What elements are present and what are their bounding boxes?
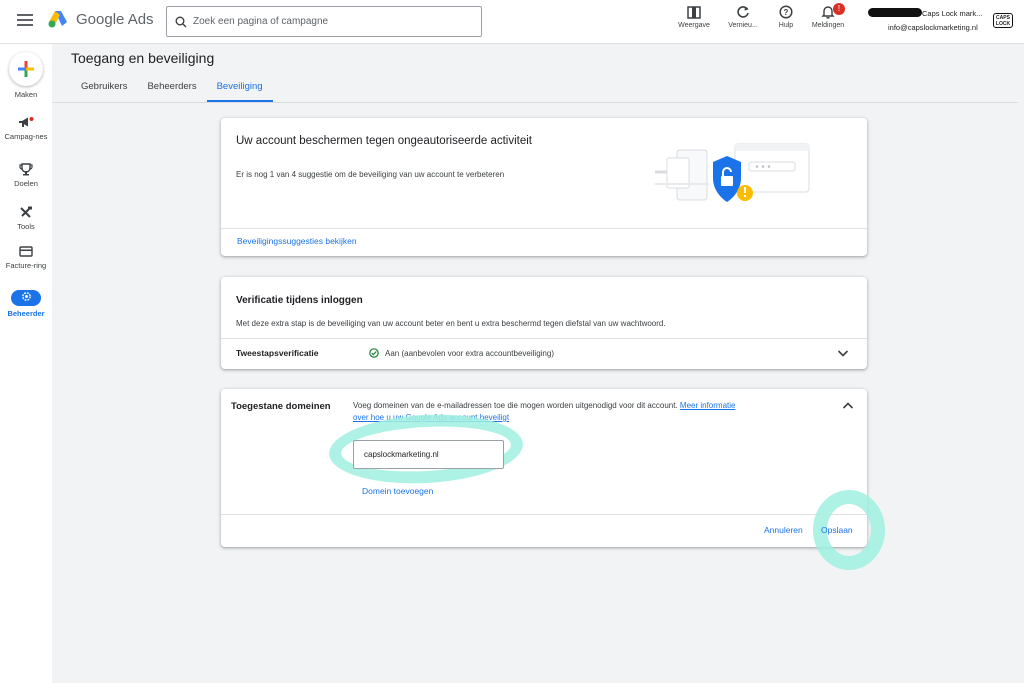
tab-bar: Gebruikers Beheerders Beveiliging <box>71 80 273 102</box>
sidebar-item-label: Tools <box>17 222 35 231</box>
sidebar-item-label: Facture-ring <box>5 261 47 270</box>
help-label: Hulp <box>778 22 794 29</box>
protect-card-title: Uw account beschermen tegen ongeautorise… <box>236 135 532 147</box>
two-step-verification-row[interactable]: Tweestapsverificatie Aan (aanbevolen voo… <box>221 339 867 369</box>
create-label: Maken <box>14 90 38 99</box>
sidebar-item-admin[interactable]: Beheerder <box>0 290 52 318</box>
sidebar-item-label: Campag-nes <box>4 132 48 141</box>
view-security-suggestions-link[interactable]: Beveiligingssuggesties bekijken <box>237 236 357 246</box>
tabs-divider <box>52 102 1018 103</box>
domain-input[interactable] <box>353 440 504 469</box>
cancel-button[interactable]: Annuleren <box>764 525 803 535</box>
account-email: info@capslockmarketing.nl <box>888 23 978 32</box>
protect-card-text: Er is nog 1 van 4 suggestie om de beveil… <box>236 170 505 179</box>
trophy-icon <box>19 163 33 176</box>
view-label: Weergave <box>678 22 710 29</box>
protect-card-divider <box>221 228 867 229</box>
account-name: Caps Lock mark... <box>922 9 983 18</box>
domains-card-divider <box>221 514 867 515</box>
view-button[interactable]: Weergave <box>671 5 717 29</box>
create-button[interactable] <box>9 52 43 86</box>
refresh-button[interactable]: Vernieu... <box>720 5 766 29</box>
admin-active-indicator <box>11 290 41 306</box>
save-button[interactable]: Opslaan <box>821 525 853 535</box>
sidebar-item-goals[interactable]: Doelen <box>0 163 52 188</box>
side-navigation: Maken Campag-nes Doelen Tools Facture-ri… <box>0 44 52 683</box>
chevron-up-icon[interactable] <box>842 401 854 411</box>
notifications-label: Meldingen <box>811 22 845 29</box>
view-icon <box>687 6 701 19</box>
add-domain-button[interactable]: Domein toevoegen <box>362 486 433 496</box>
menu-icon[interactable] <box>17 13 33 27</box>
two-step-status: Aan (aanbevolen voor extra accountbeveil… <box>385 349 554 358</box>
account-logo-text: CAPS LOCK <box>995 15 1011 27</box>
verification-card-text: Met deze extra stap is de beveiliging va… <box>236 319 666 328</box>
app-name: Google Ads <box>76 10 154 28</box>
check-circle-icon <box>369 348 379 358</box>
tab-users[interactable]: Gebruikers <box>71 80 137 102</box>
notifications-button[interactable]: ! Meldingen <box>805 3 851 29</box>
login-verification-card: Verificatie tijdens inloggen Met deze ex… <box>221 277 867 369</box>
gear-icon <box>21 292 31 301</box>
google-ads-logo[interactable]: Google Ads <box>48 10 154 28</box>
verification-card-title: Verificatie tijdens inloggen <box>236 295 363 306</box>
sidebar-item-billing[interactable]: Facture-ring <box>0 245 52 270</box>
top-bar: Google Ads Weergave Vernieu... ? Hulp <box>0 0 1024 44</box>
two-step-label: Tweestapsverificatie <box>236 348 319 358</box>
tab-managers[interactable]: Beheerders <box>137 80 206 102</box>
tools-icon <box>20 206 32 218</box>
sidebar-item-label: Doelen <box>14 179 38 188</box>
refresh-icon <box>737 6 749 18</box>
megaphone-icon <box>19 117 34 127</box>
search-icon <box>175 16 187 27</box>
chevron-down-icon[interactable] <box>837 348 849 358</box>
account-logo[interactable]: CAPS LOCK <box>993 13 1013 28</box>
redacted-account-id <box>868 8 922 17</box>
help-icon: ? <box>779 5 793 19</box>
allowed-domains-card: Toegestane domeinen Voeg domeinen van de… <box>221 389 885 570</box>
svg-text:?: ? <box>784 8 789 17</box>
sidebar-item-campaigns[interactable]: Campag-nes <box>0 116 52 141</box>
domains-description-text: Voeg domeinen van de e-mailadressen toe … <box>353 401 678 410</box>
notifications-badge: ! <box>833 3 845 15</box>
search-input[interactable] <box>193 16 463 27</box>
sidebar-item-tools[interactable]: Tools <box>0 206 52 231</box>
domains-card-title: Toegestane domeinen <box>231 401 331 412</box>
help-button[interactable]: ? Hulp <box>763 5 809 29</box>
security-illustration <box>655 143 810 202</box>
tab-security[interactable]: Beveiliging <box>206 80 273 102</box>
search-box[interactable] <box>166 6 482 37</box>
plus-icon <box>18 61 34 77</box>
credit-card-icon <box>19 246 33 257</box>
sidebar-item-label: Beheerder <box>7 309 45 318</box>
google-ads-logo-icon <box>48 11 67 28</box>
protect-account-card: Uw account beschermen tegen ongeautorise… <box>221 118 867 256</box>
refresh-label: Vernieu... <box>728 22 758 29</box>
page-title: Toegang en beveiliging <box>71 50 215 66</box>
